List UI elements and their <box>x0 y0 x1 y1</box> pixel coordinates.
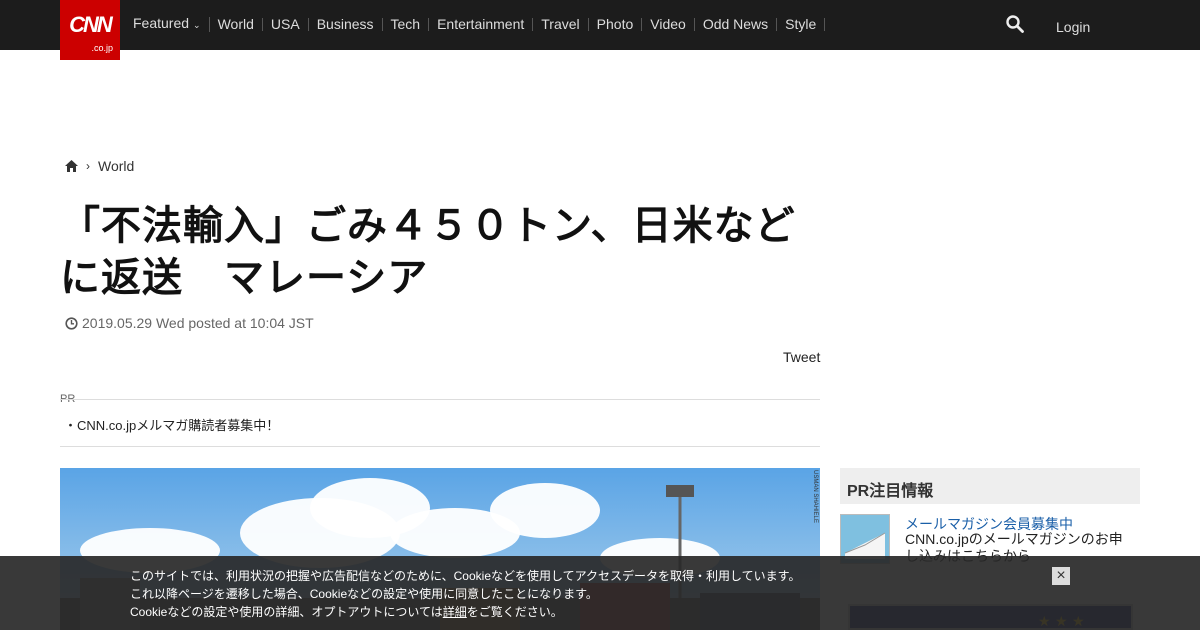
nav-featured[interactable]: Featured ⌄ <box>125 14 210 32</box>
title-line-1: 「不法輸入」ごみ４５０トン、日米など <box>60 203 796 249</box>
nav-odd-news[interactable]: Odd News <box>695 17 778 31</box>
chevron-down-icon: ⌄ <box>193 19 201 30</box>
nav-business[interactable]: Business <box>309 17 383 31</box>
cookie-banner: このサイトでは、利用状況の把握や広告配信などのために、Cookieなどを使用して… <box>0 556 1200 630</box>
nav-video[interactable]: Video <box>642 17 695 31</box>
nav-usa[interactable]: USA <box>263 17 309 31</box>
cookie-line-2: これ以降ページを遷移した場合、Cookieなどの設定や使用に同意したことになりま… <box>130 587 598 601</box>
nav-style[interactable]: Style <box>777 17 826 31</box>
main-nav: Featured ⌄ World USA Business Tech Entert… <box>125 0 826 48</box>
photo-credit: USMAN SHAHIELE <box>812 470 818 524</box>
cookie-line-1: このサイトでは、利用状況の把握や広告配信などのために、Cookieなどを使用して… <box>130 569 801 583</box>
chevron-right-icon: › <box>86 159 90 173</box>
top-nav-bar: Featured ⌄ World USA Business Tech Entert… <box>0 0 1200 50</box>
login-link[interactable]: Login <box>1056 19 1090 35</box>
cookie-line-3-text: Cookieなどの設定や使用の詳細、オプトアウトについては <box>130 605 443 619</box>
nav-tech[interactable]: Tech <box>383 17 430 31</box>
cnn-logo[interactable]: CNN .co.jp <box>60 0 120 60</box>
breadcrumb-world[interactable]: World <box>98 158 134 174</box>
logo-domain: .co.jp <box>91 43 113 53</box>
sidebar-heading: PR注目情報 <box>840 468 1140 504</box>
search-icon[interactable] <box>1006 15 1024 33</box>
logo-text: CNN <box>69 12 113 37</box>
cookie-message: このサイトでは、利用状況の把握や広告配信などのために、Cookieなどを使用して… <box>130 567 800 621</box>
divider <box>60 446 820 447</box>
date-text: 2019.05.29 Wed posted at 10:04 JST <box>82 315 314 331</box>
nav-featured-label: Featured <box>133 14 190 31</box>
cookie-line-3: Cookieなどの設定や使用の詳細、オプトアウトについては詳細をご覧ください。 <box>130 603 800 621</box>
cookie-details-link[interactable]: 詳細 <box>443 605 467 619</box>
article-date: 2019.05.29 Wed posted at 10:04 JST <box>65 315 314 331</box>
close-icon[interactable]: × <box>1052 567 1070 585</box>
divider <box>60 399 820 400</box>
nav-photo[interactable]: Photo <box>589 17 643 31</box>
nav-world[interactable]: World <box>210 17 263 31</box>
article-title: 「不法輸入」ごみ４５０トン、日米など に返送 マレーシア <box>60 200 820 304</box>
home-icon[interactable] <box>65 160 78 172</box>
pr-newsletter-link[interactable]: ・CNN.co.jpメルマガ購読者募集中！ <box>64 415 279 434</box>
title-line-2: に返送 マレーシア <box>60 255 429 301</box>
nav-travel[interactable]: Travel <box>533 17 589 31</box>
breadcrumb: › World <box>65 158 134 174</box>
nav-entertainment[interactable]: Entertainment <box>429 17 534 31</box>
cookie-line-3-tail: をご覧ください。 <box>466 605 563 619</box>
clock-icon <box>65 316 78 330</box>
tweet-button[interactable]: Tweet <box>783 349 820 365</box>
